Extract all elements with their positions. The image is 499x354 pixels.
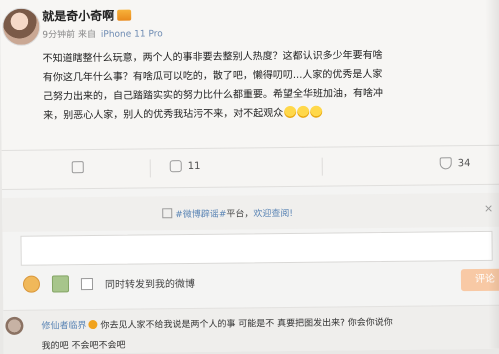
post-body: 不知道瞎整什么玩意，两个人的事非要去整别人热度？这都认识多少年要有啥 有你这几年… [43, 45, 499, 126]
reply-line-continued: 我的吧 不会吧不会吧 [41, 340, 126, 352]
edge-shadow [484, 0, 499, 349]
composer-toolbar: 同时转发到我的微博 [22, 274, 196, 293]
laugh-cry-emoji-icon [297, 105, 310, 118]
post-line-last: 来，别恶心人家，别人的优秀我玷污不来，对不起观众 [43, 102, 499, 126]
post-action-bar: 11 34 [1, 144, 499, 190]
forward-label: 同时转发到我的微博 [104, 278, 196, 291]
rumor-banner: #微博辟谣#平台，欢迎查阅! × [2, 192, 499, 232]
post-card: 就是奇小奇啊 9分钟前 来自 iPhone 11 Pro 不知道瞎整什么玩意，两… [0, 0, 499, 160]
image-icon[interactable] [51, 275, 70, 293]
reply-avatar[interactable] [5, 316, 24, 335]
post-username[interactable]: 就是奇小奇啊 [42, 7, 132, 25]
post-device[interactable]: iPhone 11 Pro [101, 29, 163, 40]
verified-badge-icon [88, 319, 98, 330]
reply-username[interactable]: 修仙者临界 [41, 321, 86, 331]
banner-text: #微博辟谣#平台，欢迎查阅! [162, 206, 293, 220]
like-icon [439, 157, 452, 170]
post-line-text: 来，别恶心人家，别人的优秀我玷污不来，对不起观众 [43, 108, 284, 122]
reply-line: 修仙者临界 你去见人家不给我说是两个人的事 可能是不 真要把图发出来? 你会你说你 [41, 315, 393, 332]
like-count: 34 [457, 157, 471, 169]
laugh-cry-emoji-icon [310, 105, 323, 118]
divider [149, 159, 151, 178]
username-text[interactable]: 就是奇小奇啊 [42, 9, 114, 24]
banner-body: 平台， [226, 209, 254, 220]
reply-text: 你去见人家不给我说是两个人的事 可能是不 真要把图发出来? 你会你说你 [100, 317, 393, 331]
source-prefix: 来自 [77, 29, 97, 41]
reply-item: 修仙者临界 你去见人家不给我说是两个人的事 可能是不 真要把图发出来? 你会你说你… [3, 304, 499, 354]
comment-input[interactable] [20, 230, 493, 266]
divider [321, 157, 323, 176]
laugh-cry-emoji-icon [284, 105, 297, 119]
comment-count: 11 [187, 160, 201, 172]
post-time: 9分钟前 [42, 30, 76, 41]
comment-icon [169, 160, 182, 173]
like-button[interactable]: 34 [439, 157, 471, 170]
comment-button[interactable]: 11 [169, 160, 201, 173]
banner-hashtag[interactable]: #微博辟谣# [175, 210, 226, 221]
repost-icon [71, 161, 84, 174]
vip-crown-icon [117, 9, 132, 21]
banner-link[interactable]: 欢迎查阅! [253, 209, 293, 219]
repost-button[interactable] [71, 161, 90, 174]
forward-checkbox[interactable] [80, 277, 94, 290]
user-avatar[interactable] [2, 7, 41, 46]
post-meta: 9分钟前 来自 iPhone 11 Pro [42, 26, 162, 40]
emoji-icon[interactable] [22, 275, 41, 293]
weibo-post-page: 就是奇小奇啊 9分钟前 来自 iPhone 11 Pro 不知道瞎整什么玩意，两… [0, 0, 499, 354]
hashtag-icon [162, 208, 173, 219]
